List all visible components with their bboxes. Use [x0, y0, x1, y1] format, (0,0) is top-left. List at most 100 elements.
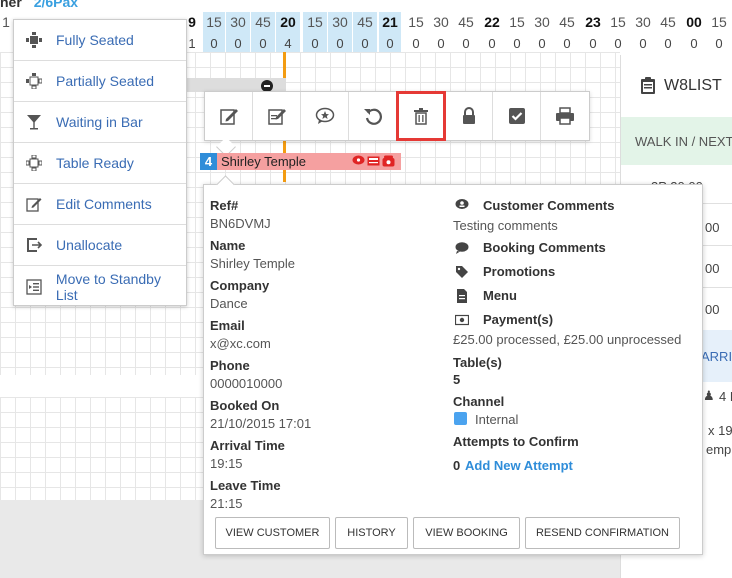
menu-item-partially-seated[interactable]: Partially Seated — [14, 61, 186, 102]
timeline-slot[interactable]: 45 0 — [656, 12, 680, 52]
comment-button[interactable] — [301, 92, 349, 140]
menu-item-table-ready[interactable]: Table Ready — [14, 143, 186, 184]
unallocate-icon — [25, 236, 43, 254]
guest-line-2: emple — [706, 442, 732, 457]
undo-button[interactable] — [349, 92, 397, 140]
timeline-slot[interactable]: 15 0 — [707, 12, 731, 52]
history-button[interactable]: HISTORY — [335, 517, 408, 549]
timeline-slot[interactable]: 15 0 — [606, 12, 630, 52]
timeline-slot[interactable]: 23 0 — [581, 12, 605, 52]
waitlist-row-2[interactable]: 00 — [705, 220, 719, 235]
phone-value: 0000010000 — [210, 376, 283, 391]
timeline-count: 0 — [538, 36, 546, 51]
booking-name: Shirley Temple — [221, 154, 307, 169]
payments-value: £25.00 processed, £25.00 unprocessed — [453, 332, 682, 347]
timeline-count: 0 — [639, 36, 647, 51]
table-ready-icon — [25, 154, 43, 172]
company-label: Company — [210, 278, 270, 293]
walkin-label: WALK IN / NEXT — [635, 134, 732, 149]
timeline-time: 30 — [433, 14, 449, 30]
payment-flag-icon — [367, 156, 380, 166]
timeline-count: 0 — [311, 36, 319, 51]
menu-item-label: Edit Comments — [56, 196, 152, 212]
grid-gap — [0, 375, 205, 397]
timeline-time: 21 — [382, 14, 398, 30]
pax-count[interactable]: 2/6Pax — [34, 0, 78, 10]
view-customer-button[interactable]: VIEW CUSTOMER — [215, 517, 330, 549]
edit-notes-button[interactable] — [253, 92, 301, 140]
menu-item-unallocate[interactable]: Unallocate — [14, 225, 186, 266]
menu-item-label: Waiting in Bar — [56, 114, 143, 130]
view-booking-button[interactable]: VIEW BOOKING — [413, 517, 520, 549]
timeline-slot[interactable]: 45 0 — [353, 12, 377, 52]
timeline-slot[interactable]: 15 0 — [303, 12, 327, 52]
timeline-slot[interactable]: 30 0 — [530, 12, 554, 52]
timeline-slot[interactable]: 21 0 — [379, 12, 401, 52]
resend-confirmation-button[interactable]: RESEND CONFIRMATION — [525, 517, 680, 549]
timeline-time: 30 — [534, 14, 550, 30]
timeline-time: 00 — [686, 14, 702, 30]
attempts-label: Attempts to Confirm — [453, 434, 579, 449]
timeline-slot[interactable]: 30 0 — [328, 12, 352, 52]
lock-icon — [459, 106, 479, 126]
timeline-slot[interactable]: 15 0 — [203, 12, 225, 52]
add-attempt-link[interactable]: Add New Attempt — [465, 458, 573, 473]
channel-color-swatch — [454, 412, 467, 425]
payments-label: Payment(s) — [483, 312, 554, 327]
timeline-count: 0 — [614, 36, 622, 51]
timeline-slot[interactable]: 30 0 — [226, 12, 250, 52]
timeline-count: 0 — [664, 36, 672, 51]
waitlist-row-4[interactable]: 00 — [705, 302, 719, 317]
booking-comments-icon — [455, 242, 469, 254]
timeline-time: 45 — [255, 14, 271, 30]
partially-seated-icon — [25, 72, 43, 90]
phone-label: Phone — [210, 358, 250, 373]
customer-comments-value: Testing comments — [453, 218, 558, 233]
timeline-slot[interactable]: 30 0 — [429, 12, 453, 52]
tables-label: Table(s) — [453, 355, 502, 370]
edit-booking-button[interactable] — [205, 92, 253, 140]
timeline-slot[interactable]: 30 0 — [631, 12, 655, 52]
timeline-slot[interactable]: 15 0 — [505, 12, 529, 52]
timeline-time: 22 — [484, 14, 500, 30]
timeline-slot[interactable]: 45 0 — [454, 12, 478, 52]
waitlist-title[interactable]: W8LIST — [640, 77, 722, 95]
waitlist-row-3[interactable]: 00 — [705, 261, 719, 276]
timeline-slot[interactable]: 1 — [0, 12, 12, 52]
timeline-slot[interactable]: 20 4 — [276, 12, 300, 52]
menu-item-move-to-standby-list[interactable]: Move to Standby List — [14, 266, 186, 307]
confirm-button[interactable] — [493, 92, 541, 140]
print-button[interactable] — [541, 92, 589, 140]
email-value: x@xc.com — [210, 336, 271, 351]
timeline-slot[interactable]: 45 0 — [251, 12, 275, 52]
timeline-slot[interactable]: 15 0 — [404, 12, 428, 52]
timeline-slot[interactable]: 22 0 — [480, 12, 504, 52]
print-icon — [555, 106, 575, 126]
arrival-label: Arrival Time — [210, 438, 285, 453]
menu-item-edit-comments[interactable]: Edit Comments — [14, 184, 186, 225]
timeline-slot[interactable]: 45 0 — [555, 12, 579, 52]
arrival-value: 19:15 — [210, 456, 243, 471]
timeline-time: 1 — [2, 14, 10, 30]
menu-item-fully-seated[interactable]: Fully Seated — [14, 20, 186, 61]
edit-icon — [219, 106, 239, 126]
timeline-time: 23 — [585, 14, 601, 30]
edit-notes-icon — [267, 106, 287, 126]
menu-item-waiting-in-bar[interactable]: Waiting in Bar — [14, 102, 186, 143]
walkin-header[interactable]: WALK IN / NEXT — [621, 117, 732, 165]
timeline-time: 30 — [230, 14, 246, 30]
channel-value: Internal — [475, 412, 519, 427]
timeline-count: 0 — [462, 36, 470, 51]
menu-doc-icon — [457, 289, 467, 303]
timeline-slot[interactable]: 91 — [186, 12, 198, 52]
timeline-count: 0 — [690, 36, 698, 51]
timeline-time: 15 — [307, 14, 323, 30]
cocktail-icon — [25, 113, 43, 131]
money-icon — [455, 314, 469, 326]
lock-button[interactable] — [445, 92, 493, 140]
timeline-slot[interactable]: 00 0 — [682, 12, 706, 52]
delete-highlight — [396, 91, 446, 141]
timeline-time: 30 — [332, 14, 348, 30]
booking-covers[interactable]: 4 — [200, 153, 217, 170]
timeline-count: 0 — [715, 36, 723, 51]
